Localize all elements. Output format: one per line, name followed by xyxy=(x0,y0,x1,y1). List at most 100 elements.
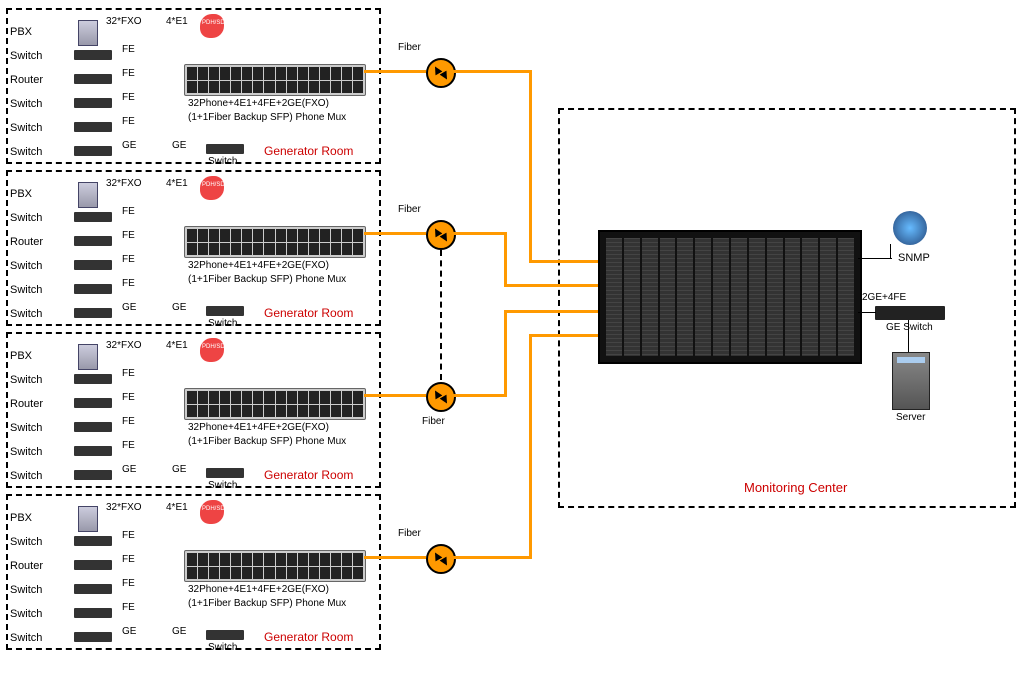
pdh-sdh-atm-badge: PDH/SDH/ATM xyxy=(200,176,224,200)
ge-label: GE xyxy=(122,626,136,637)
e1-label: 4*E1 xyxy=(166,16,188,27)
pdh-sdh-atm-badge: PDH/SDH/ATM xyxy=(200,14,224,38)
snmp-globe-icon xyxy=(893,211,927,245)
fe-label: FE xyxy=(122,392,135,403)
pbx-label: PBX xyxy=(10,350,32,362)
fiber-label-1: Fiber xyxy=(398,42,421,53)
central-chassis xyxy=(598,230,862,364)
router-icon xyxy=(74,398,112,408)
network-switch-icon xyxy=(74,422,112,432)
fe-label: FE xyxy=(122,440,135,451)
e1-label: 4*E1 xyxy=(166,178,188,189)
fiber-line xyxy=(364,556,426,559)
router-icon xyxy=(74,74,112,84)
link-label: 2GE+4FE xyxy=(862,292,906,303)
link-line xyxy=(890,244,891,258)
fiber-line xyxy=(529,70,532,263)
fiber-continuation-dashes xyxy=(440,250,442,380)
network-switch-icon xyxy=(74,212,112,222)
fiber-connector-icon xyxy=(426,58,456,88)
switch-label: Switch xyxy=(10,536,42,548)
switch-icon xyxy=(206,144,244,154)
switch-text: Switch xyxy=(208,642,237,653)
fiber-line xyxy=(452,394,507,397)
server-icon xyxy=(892,352,930,410)
fe-label: FE xyxy=(122,68,135,79)
ge-label: GE xyxy=(172,464,186,475)
fiber-line xyxy=(529,260,599,263)
server-label: Server xyxy=(896,412,925,423)
phone-mux-device xyxy=(184,550,366,582)
switch-label: Switch xyxy=(10,284,42,296)
ge-label: GE xyxy=(172,140,186,151)
network-switch-icon xyxy=(74,260,112,270)
switch-label: Switch xyxy=(10,446,42,458)
e1-label: 4*E1 xyxy=(166,502,188,513)
router-icon xyxy=(74,236,112,246)
pbx-icon xyxy=(78,20,98,46)
pbx-icon xyxy=(78,506,98,532)
switch-label-4: Switch xyxy=(10,146,42,158)
monitoring-title: Monitoring Center xyxy=(744,480,847,495)
network-switch-icon xyxy=(74,50,112,60)
mux-desc-1: 32Phone+4E1+4FE+2GE(FXO) xyxy=(188,584,329,595)
phone-mux-device xyxy=(184,388,366,420)
ge-label: GE xyxy=(172,626,186,637)
network-switch-icon xyxy=(74,284,112,294)
fiber-label-2: Fiber xyxy=(398,204,421,215)
link-line xyxy=(858,258,892,259)
room-4-contents: PBX Switch Router Switch Switch Switch 3… xyxy=(6,494,381,650)
fiber-line xyxy=(452,70,532,73)
router-label: Router xyxy=(10,236,43,248)
switch-icon xyxy=(206,630,244,640)
switch-label-3: Switch xyxy=(10,122,42,134)
room-title-3: Generator Room xyxy=(264,468,353,482)
fiber-line xyxy=(364,70,426,73)
pbx-label: PBX xyxy=(10,512,32,524)
pdh-sdh-atm-badge: PDH/SDH/ATM xyxy=(200,500,224,524)
link-line xyxy=(908,320,909,352)
network-switch-icon xyxy=(74,632,112,642)
pbx-icon xyxy=(78,344,98,370)
switch-label-1: Switch xyxy=(10,50,42,62)
mux-desc-2: (1+1Fiber Backup SFP) Phone Mux xyxy=(188,436,346,447)
router-label: Router xyxy=(10,560,43,572)
switch-label: Switch xyxy=(10,260,42,272)
ge-label: GE xyxy=(122,302,136,313)
fe-label: FE xyxy=(122,206,135,217)
pdh-sdh-atm-badge: PDH/SDH/ATM xyxy=(200,338,224,362)
fe-label: FE xyxy=(122,530,135,541)
e1-label: 4*E1 xyxy=(166,340,188,351)
fiber-connector-icon xyxy=(426,220,456,250)
switch-text: Switch xyxy=(208,318,237,329)
fe-label: FE xyxy=(122,230,135,241)
switch-label-2: Switch xyxy=(10,98,42,110)
phone-mux-device xyxy=(184,226,366,258)
network-switch-icon xyxy=(74,146,112,156)
mux-desc-2: (1+1Fiber Backup SFP) Phone Mux xyxy=(188,112,346,123)
fiber-label-4: Fiber xyxy=(398,528,421,539)
fiber-line xyxy=(529,334,532,559)
network-switch-icon xyxy=(74,122,112,132)
phone-mux-device xyxy=(184,64,366,96)
fiber-line xyxy=(364,394,426,397)
switch-label: Switch xyxy=(10,212,42,224)
mux-desc-1: 32Phone+4E1+4FE+2GE(FXO) xyxy=(188,260,329,271)
fe-label: FE xyxy=(122,416,135,427)
ge-label: GE xyxy=(172,302,186,313)
fe-label: FE xyxy=(122,254,135,265)
switch-label: Switch xyxy=(10,422,42,434)
fxo-label: 32*FXO xyxy=(106,502,142,513)
room-3-contents: PBX Switch Router Switch Switch Switch 3… xyxy=(6,332,381,488)
fxo-label: 32*FXO xyxy=(106,178,142,189)
mux-desc-2: (1+1Fiber Backup SFP) Phone Mux xyxy=(188,598,346,609)
network-switch-icon xyxy=(74,446,112,456)
mux-desc-1: 32Phone+4E1+4FE+2GE(FXO) xyxy=(188,422,329,433)
link-line xyxy=(858,312,876,313)
fiber-label-3: Fiber xyxy=(422,416,445,427)
router-icon xyxy=(74,560,112,570)
fiber-line xyxy=(504,310,507,397)
network-switch-icon xyxy=(74,584,112,594)
ge-switch-device xyxy=(875,306,945,320)
network-switch-icon xyxy=(74,536,112,546)
